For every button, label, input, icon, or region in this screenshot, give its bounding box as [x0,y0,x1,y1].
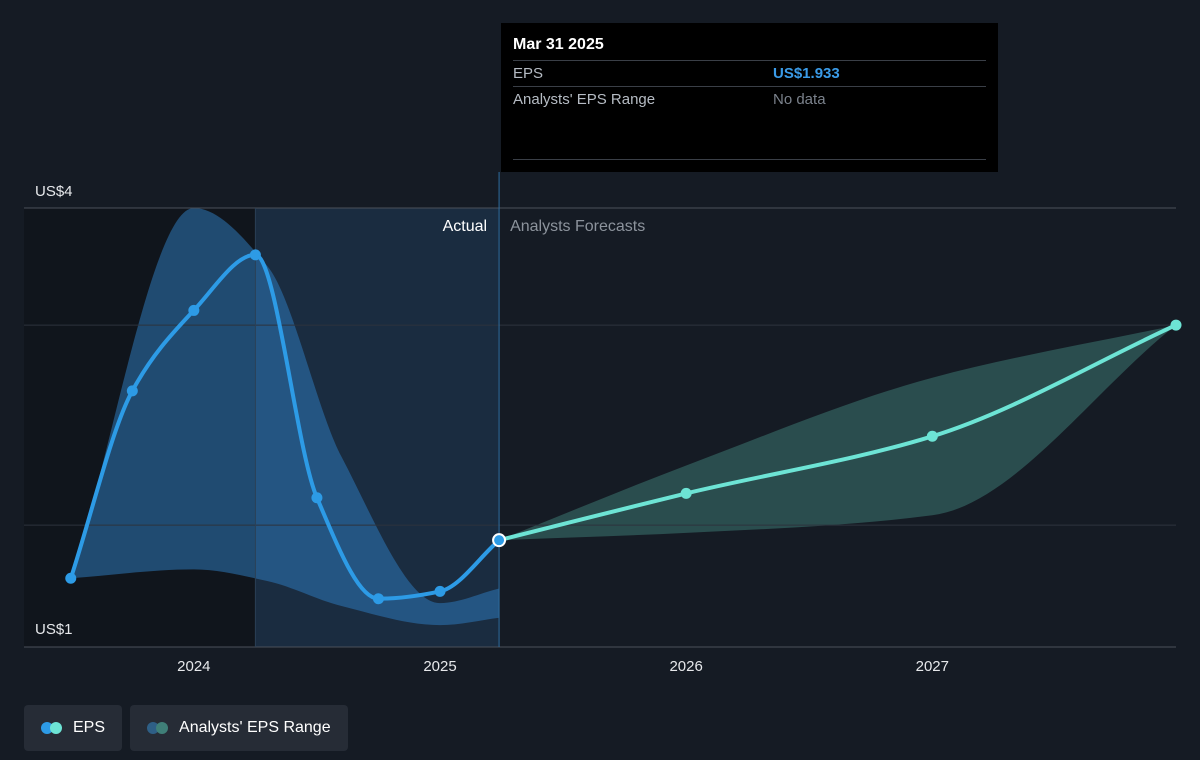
x-tick-label: 2025 [423,658,456,675]
y-axis-top-label: US$4 [35,183,73,200]
legend-dot-forecast [50,722,62,734]
legend-item-eps[interactable]: EPS [24,705,123,751]
tooltip-date: Mar 31 2025 [513,36,604,53]
eps-point-actual [126,385,138,397]
eps-point-forecast [926,430,938,442]
eps-point-actual [188,304,200,316]
x-tick-label: 2026 [669,658,702,675]
eps-point-actual [65,572,77,584]
legend-label-eps: EPS [73,719,106,736]
tooltip-row-range: Analysts' EPS Range No data [513,86,986,112]
hover-tooltip: Mar 31 2025 EPS US$1.933 Analysts' EPS R… [501,23,998,172]
region-label-actual: Actual [443,218,487,235]
y-axis-bottom-label: US$1 [35,621,73,638]
eps-point-current [492,533,507,548]
eps-point-forecast [680,487,692,499]
tooltip-row-eps: EPS US$1.933 [513,60,986,86]
tooltip-range-label: Analysts' EPS Range [513,91,656,108]
legend-label-range: Analysts' EPS Range [179,719,331,736]
eps-point-actual [311,492,323,504]
eps-point-actual [249,249,261,261]
x-tick-label: 2027 [916,658,949,675]
eps-point-actual [372,593,384,605]
tooltip-divider [513,159,986,160]
eps-legend-icon [41,722,63,734]
x-tick-label: 2024 [177,658,210,675]
eps-point-actual [434,585,446,597]
chart-legend: EPS Analysts' EPS Range [24,705,348,751]
range-band-forecast [499,325,1177,541]
tooltip-eps-value: US$1.933 [773,65,840,82]
region-label-forecast: Analysts Forecasts [510,218,645,235]
eps-point-forecast [1170,319,1182,331]
tooltip-eps-label: EPS [513,65,544,82]
tooltip-range-value: No data [773,91,826,108]
legend-item-range[interactable]: Analysts' EPS Range [130,705,348,751]
legend-dot-range-forecast [156,722,169,734]
range-legend-icon [147,722,169,734]
